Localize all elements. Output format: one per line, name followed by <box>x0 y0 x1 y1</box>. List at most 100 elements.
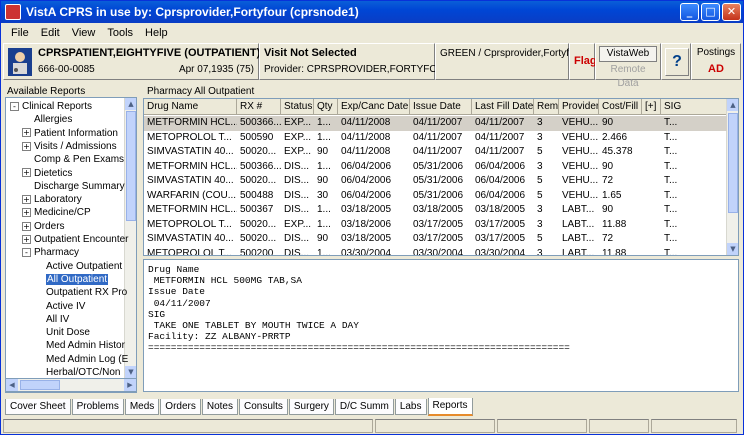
column-header[interactable]: Exp/Canc Date <box>338 99 410 115</box>
column-header[interactable]: Provider <box>559 99 599 115</box>
table-row[interactable]: METFORMIN HCL... 500366... DIS... 1... 06/04… <box>144 160 727 175</box>
table-cell: 1... <box>317 218 331 230</box>
flag-button[interactable]: Flag <box>569 43 597 80</box>
table-cell: 03/30/2004 <box>413 247 464 256</box>
menu-help[interactable]: Help <box>139 27 174 39</box>
tree-item[interactable]: - Clinical Reports <box>10 100 92 113</box>
tree-item[interactable]: All Outpatient <box>46 273 109 286</box>
tab-reports[interactable]: Reports <box>427 398 473 416</box>
column-header[interactable]: RX # <box>237 99 281 115</box>
column-header[interactable]: Cost/Fill <box>599 99 642 115</box>
column-header[interactable]: [+] <box>642 99 661 115</box>
grid-vertical-scrollbar[interactable]: ▲ ▼ <box>726 99 738 255</box>
tree-scroll-thumb[interactable] <box>126 111 136 221</box>
tree-horizontal-scrollbar[interactable]: ◀ ▶ <box>5 378 137 392</box>
grid-scroll-down-icon[interactable]: ▼ <box>727 243 738 255</box>
column-header[interactable]: Drug Name <box>144 99 237 115</box>
tree-item-label: Med Admin Log (E <box>46 353 129 365</box>
table-row[interactable]: WARFARIN (COU... 500488 DIS... 30 06/04/2006… <box>144 189 727 204</box>
column-header[interactable]: Last Fill Date <box>472 99 534 115</box>
vistaweb-button[interactable]: VistaWeb <box>599 46 657 62</box>
collapse-icon[interactable]: - <box>22 248 31 258</box>
menu-tools[interactable]: Tools <box>101 27 139 39</box>
postings-button[interactable]: Postings AD <box>691 43 741 80</box>
tree-item[interactable]: Active Outpatient <box>46 260 122 273</box>
tab-surgery[interactable]: Surgery <box>288 399 334 415</box>
visit-button[interactable]: Visit Not Selected Provider: CPRSPROVIDE… <box>259 43 452 80</box>
table-row[interactable]: SIMVASTATIN 40... 50020... DIS... 90 03/18/2… <box>144 232 727 247</box>
expand-icon[interactable]: + <box>22 234 31 244</box>
tree-item[interactable]: + Dietetics <box>22 167 72 180</box>
table-cell: 90 <box>602 160 614 172</box>
column-header[interactable]: SIG <box>661 99 727 115</box>
tab-notes[interactable]: Notes <box>201 399 238 415</box>
table-row[interactable]: SIMVASTATIN 40... 50020... EXP... 90 04/11/2… <box>144 145 727 160</box>
maximize-icon[interactable]: □ <box>701 3 720 21</box>
remote-data-button[interactable]: Remote Data <box>599 63 657 89</box>
tree-item[interactable]: + Patient Information <box>22 127 118 140</box>
title-bar[interactable]: VistA CPRS in use by: Cprsprovider,Forty… <box>1 1 743 23</box>
tree-item[interactable]: Unit Dose <box>46 326 90 339</box>
patient-select-button[interactable]: CPRSPATIENT,EIGHTYFIVE (OUTPATIENT) 666-… <box>3 43 260 80</box>
tree-item[interactable]: Med Admin Log (E <box>46 353 128 366</box>
reports-tree[interactable]: ▲ ▼ - Clinical Reports Allergies + Patient I… <box>5 97 137 393</box>
tab-problems[interactable]: Problems <box>71 399 124 415</box>
tree-item[interactable]: + Medicine/CP <box>22 206 91 219</box>
column-header[interactable]: Issue Date <box>410 99 472 115</box>
tab-d-c-summ[interactable]: D/C Summ <box>334 399 394 415</box>
expand-icon[interactable]: + <box>22 128 31 138</box>
grid-scroll-thumb[interactable] <box>728 113 738 213</box>
expand-icon[interactable]: + <box>22 221 31 231</box>
help-icon[interactable]: ? <box>665 48 689 76</box>
tree-item[interactable]: Comp & Pen Exams <box>34 153 124 166</box>
scroll-left-icon[interactable]: ◀ <box>6 379 18 391</box>
table-row[interactable]: METFORMIN HCL... 500367 DIS... 1... 03/18/20… <box>144 203 727 218</box>
table-cell <box>642 218 661 233</box>
table-cell <box>642 247 661 256</box>
tree-item[interactable]: + Visits / Admissions <box>22 140 117 153</box>
tree-item[interactable]: + Orders <box>22 220 65 233</box>
table-cell: LABT... <box>562 247 595 256</box>
expand-icon[interactable]: + <box>22 141 31 151</box>
report-detail[interactable]: Drug Name METFORMIN HCL 500MG TAB,SA Issu… <box>143 259 739 392</box>
tab-labs[interactable]: Labs <box>394 399 427 415</box>
grid-scroll-up-icon[interactable]: ▲ <box>727 99 738 111</box>
tree-item[interactable]: Med Admin Histor <box>46 339 125 352</box>
table-row[interactable]: METOPROLOL T... 50020... EXP... 1... 03/18/2… <box>144 218 727 233</box>
tree-item[interactable]: Discharge Summary <box>34 180 125 193</box>
tab-meds[interactable]: Meds <box>124 399 160 415</box>
scroll-up-icon[interactable]: ▲ <box>125 98 136 110</box>
expand-icon[interactable]: + <box>22 168 31 178</box>
tree-item[interactable]: - Pharmacy <box>22 246 79 259</box>
tree-item[interactable]: Outpatient RX Pro <box>46 286 127 299</box>
tab-consults[interactable]: Consults <box>238 399 288 415</box>
menu-edit[interactable]: Edit <box>35 27 66 39</box>
table-cell: METFORMIN HCL... <box>147 117 237 128</box>
tree-item[interactable]: Allergies <box>34 113 72 126</box>
menu-file[interactable]: File <box>5 27 35 39</box>
tab-orders[interactable]: Orders <box>160 399 201 415</box>
table-row[interactable]: METOPROLOL T... 500590 EXP... 1... 04/11/200… <box>144 131 727 146</box>
tree-hscroll-thumb[interactable] <box>20 380 60 390</box>
expand-icon[interactable]: + <box>22 194 31 204</box>
expand-icon[interactable]: + <box>22 208 31 218</box>
tree-item[interactable]: All IV <box>46 313 69 326</box>
scroll-right-icon[interactable]: ▶ <box>124 379 136 391</box>
column-header[interactable]: Qty <box>314 99 338 115</box>
collapse-icon[interactable]: - <box>10 101 19 111</box>
scroll-down-icon[interactable]: ▼ <box>125 366 136 378</box>
tree-item[interactable]: + Outpatient Encounter <box>22 233 129 246</box>
column-header[interactable]: Status <box>281 99 314 115</box>
minimize-icon[interactable]: _ <box>680 3 699 21</box>
table-row[interactable]: METOPROLOL T... 500200 DIS... 1... 03/30/200… <box>144 247 727 256</box>
close-icon[interactable]: ✕ <box>722 3 741 21</box>
table-row[interactable]: SIMVASTATIN 40... 50020... DIS... 90 06/04/2… <box>144 174 727 189</box>
table-row[interactable]: METFORMIN HCL... 500366... EXP... 1... 04/11… <box>144 116 727 131</box>
primary-care-button[interactable]: GREEN / Cprsprovider,Fortyfour <box>435 43 583 80</box>
pharmacy-grid[interactable]: Drug Name RX # Status Qty Exp/Canc Date Issue… <box>143 98 739 256</box>
column-header[interactable]: Rem <box>534 99 559 115</box>
tab-cover-sheet[interactable]: Cover Sheet <box>5 399 71 415</box>
tree-item[interactable]: + Laboratory <box>22 193 82 206</box>
menu-view[interactable]: View <box>66 27 102 39</box>
tree-item[interactable]: Active IV <box>46 300 85 313</box>
